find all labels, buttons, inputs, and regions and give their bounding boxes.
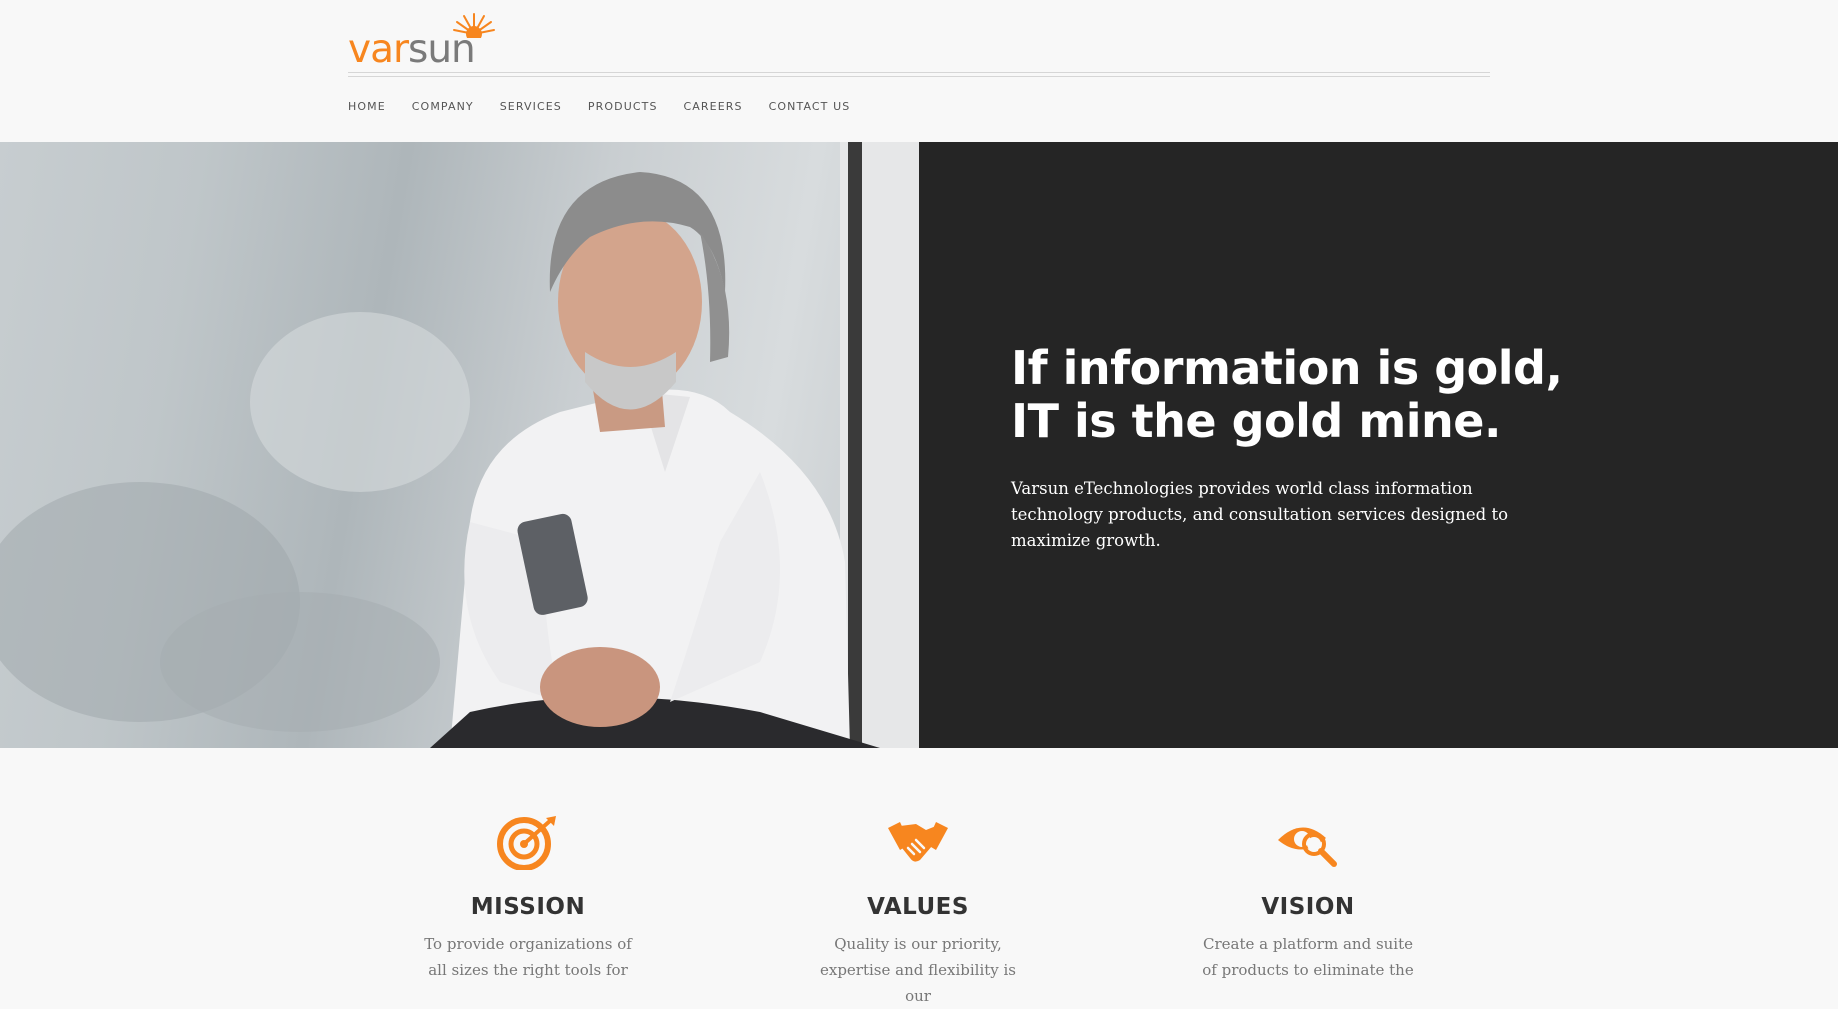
- feature-text: Quality is our priority, expertise and f…: [819, 935, 1017, 1005]
- feature-title: VISION: [1261, 894, 1355, 920]
- varsun-logo[interactable]: varsun: [348, 12, 518, 72]
- features-section: MISSION To provide organizations of all …: [0, 748, 1838, 1005]
- hero-description: Varsun eTechnologies provides world clas…: [1011, 479, 1509, 550]
- main-nav: HOME COMPANY SERVICES PRODUCTS CAREERS C…: [348, 100, 876, 113]
- nav-company[interactable]: COMPANY: [412, 100, 474, 113]
- man-with-phone-illustration: [0, 142, 919, 748]
- hero-text-panel: If information is gold, IT is the gold m…: [919, 142, 1838, 748]
- nav-services[interactable]: SERVICES: [500, 100, 562, 113]
- site-header: varsun HOME COMPANY SERVICES PRODUCTS CA…: [0, 0, 1838, 142]
- logo-var: var: [348, 27, 409, 72]
- handshake-icon: [888, 822, 948, 862]
- logo-wordmark: varsun: [348, 25, 476, 75]
- feature-title: MISSION: [470, 894, 586, 920]
- nav-contact-us[interactable]: CONTACT US: [769, 100, 851, 113]
- feature-title: VALUES: [867, 894, 969, 920]
- logo-sun: sun: [408, 27, 476, 72]
- feature-text: To provide organizations of all sizes th…: [424, 935, 632, 979]
- hero-section: If information is gold, IT is the gold m…: [0, 142, 1838, 748]
- nav-careers[interactable]: CAREERS: [684, 100, 743, 113]
- hero-headline: If information is gold, IT is the gold m…: [1011, 341, 1563, 448]
- hero-image: [0, 142, 919, 748]
- feature-text: Create a platform and suite of products …: [1202, 935, 1414, 979]
- nav-home[interactable]: HOME: [348, 100, 386, 113]
- eye-search-icon: [1278, 827, 1337, 867]
- target-icon: [497, 816, 556, 870]
- nav-products[interactable]: PRODUCTS: [588, 100, 658, 113]
- header-divider: [348, 72, 1490, 77]
